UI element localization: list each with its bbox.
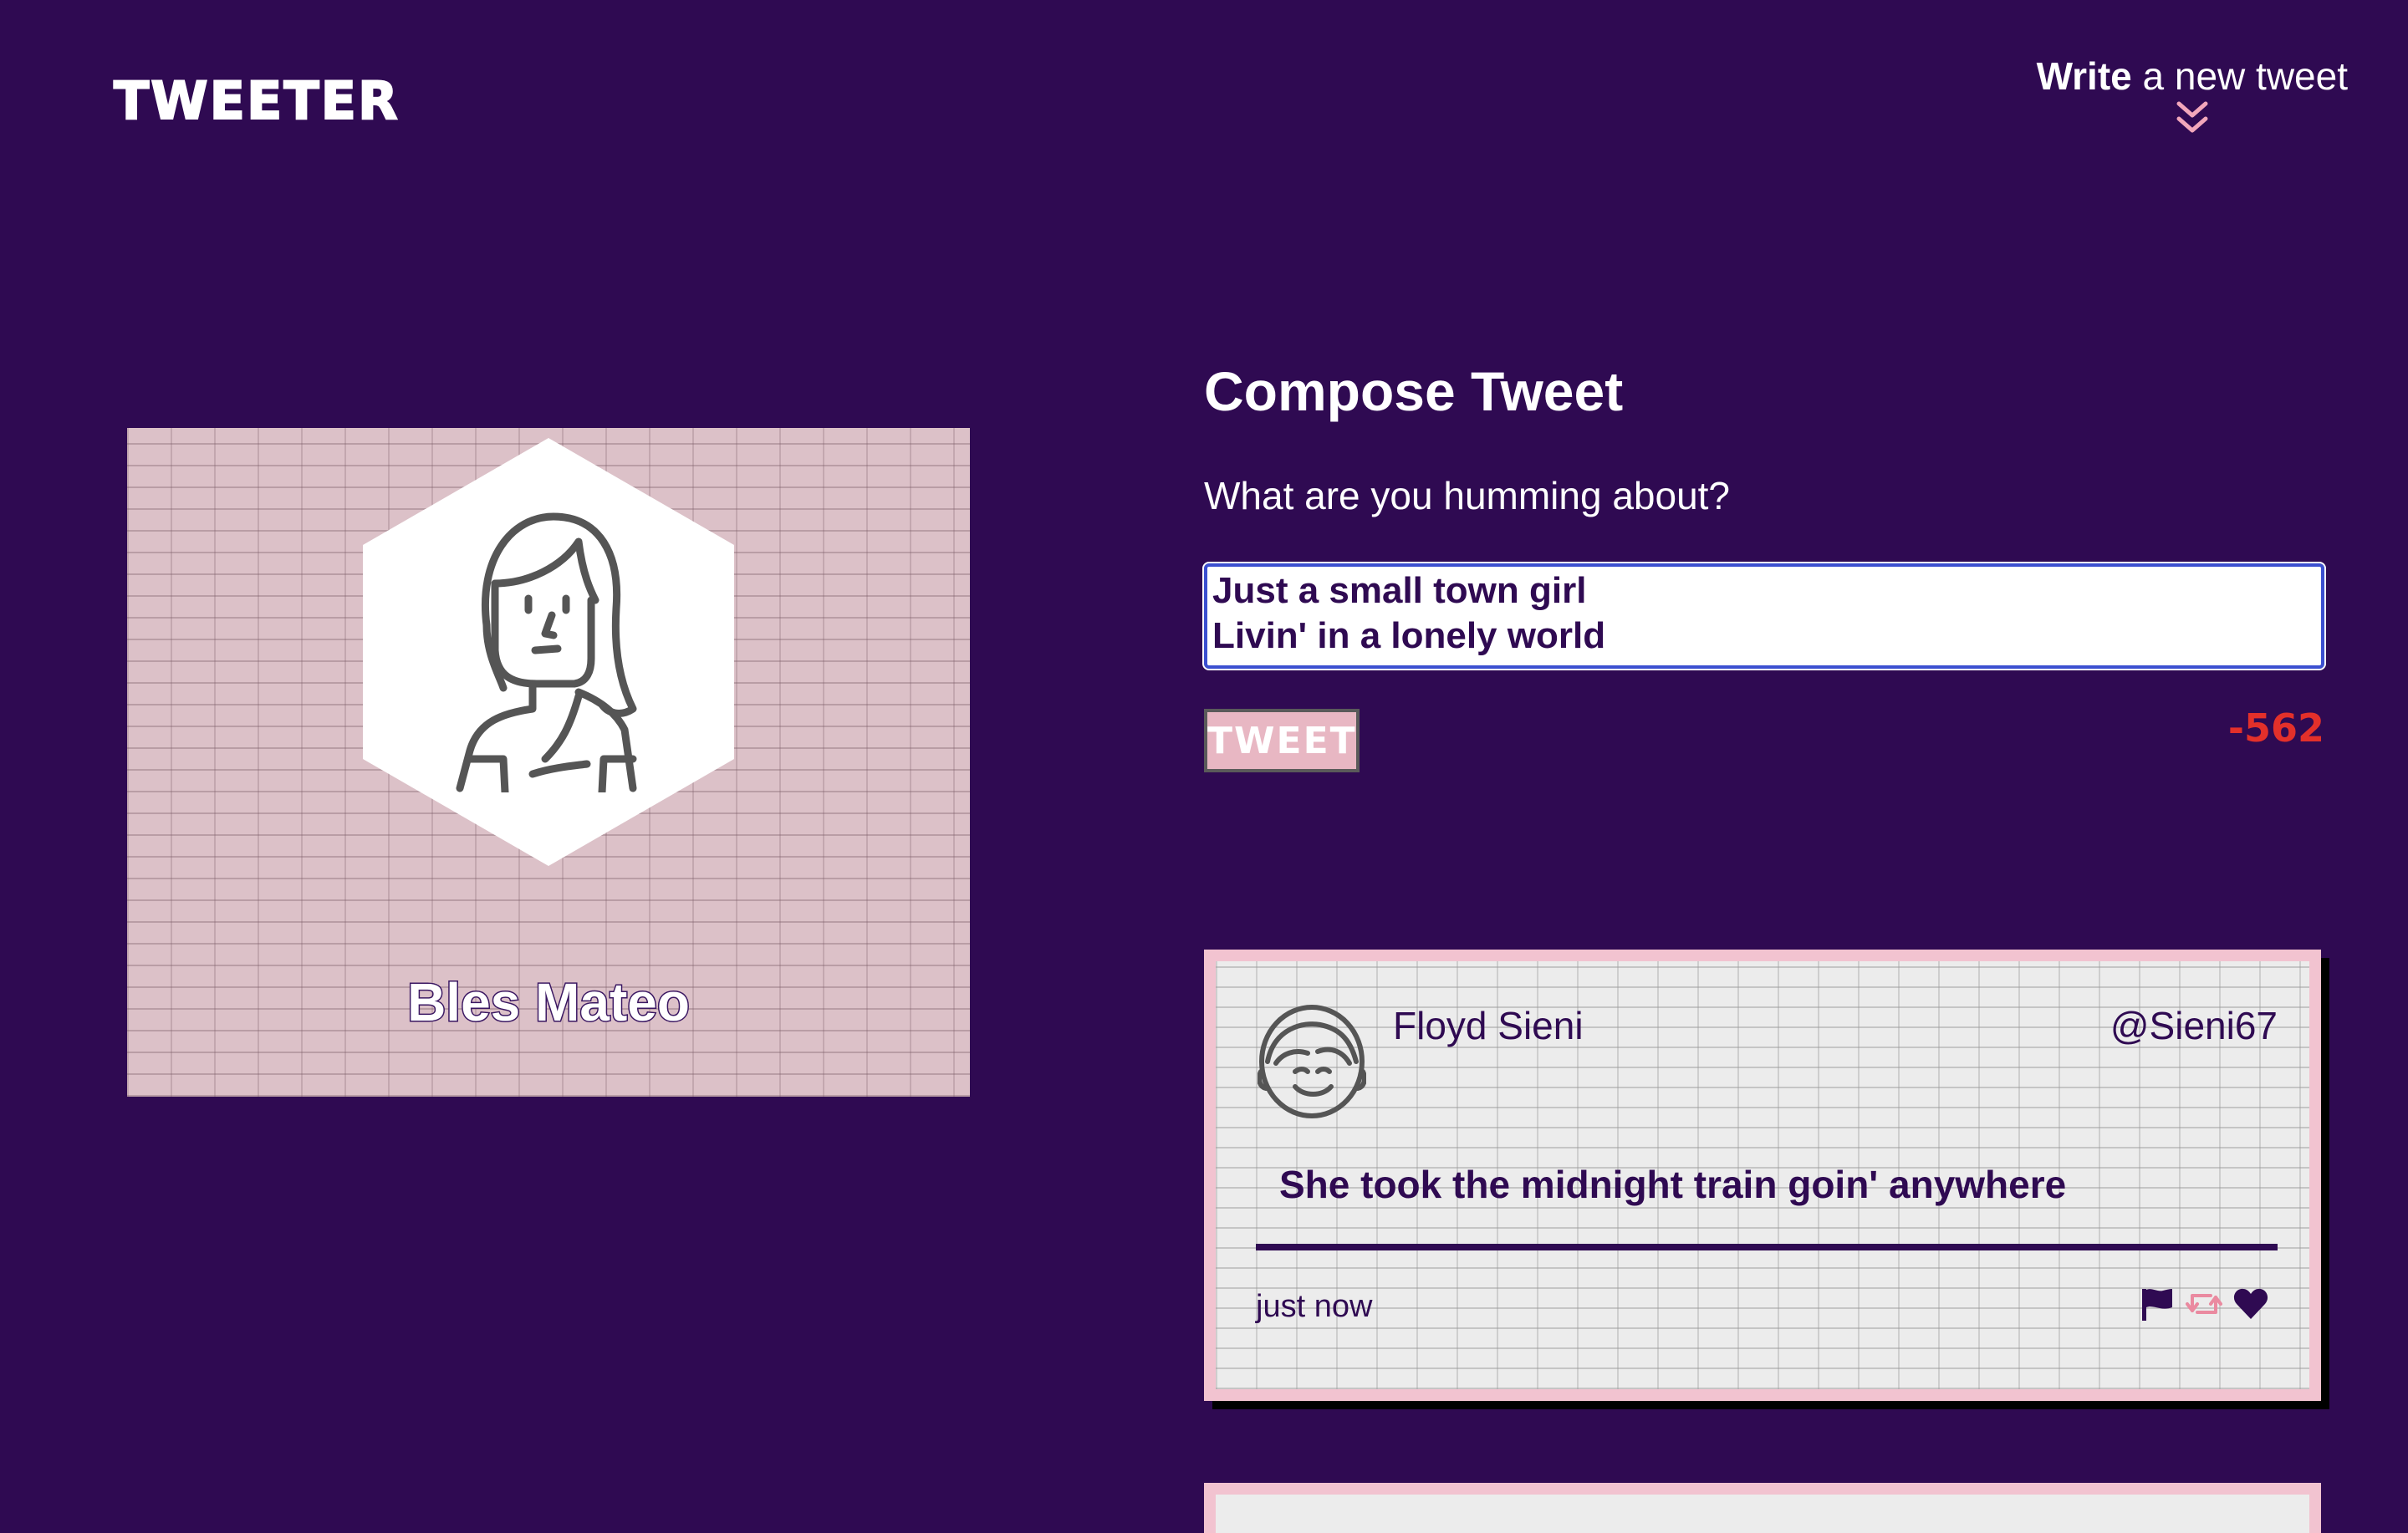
tweet-handle[interactable]: @Sieni67	[2110, 1003, 2278, 1048]
woman-avatar-icon	[456, 512, 637, 792]
brand-logo[interactable]: TWEETER	[113, 69, 400, 132]
heart-icon[interactable]	[2232, 1286, 2269, 1322]
tweet-text: She took the midnight train goin' anywhe…	[1279, 1163, 2067, 1206]
profile-name: Bles Mateo	[406, 971, 691, 1034]
tweet-actions	[2139, 1286, 2269, 1322]
top-nav: TWEETER Write a new tweet	[0, 0, 2408, 192]
man-avatar-icon	[1258, 1005, 1366, 1118]
avatar-hexagon	[363, 438, 734, 866]
character-counter: -562	[2227, 705, 2324, 751]
double-chevron-down-icon[interactable]	[2174, 99, 2211, 137]
compose-subtitle: What are you humming about?	[1204, 474, 1731, 517]
write-new-tweet-label: Write a new tweet	[2037, 53, 2348, 99]
flag-icon[interactable]	[2139, 1286, 2176, 1322]
compose-title: Compose Tweet	[1204, 360, 1624, 422]
write-label-bold: Write	[2036, 54, 2132, 98]
write-label-rest: a new tweet	[2131, 54, 2349, 98]
tweet-timestamp: just now	[1256, 1289, 1373, 1324]
tweet-card-next	[1204, 1483, 2321, 1533]
tweet-username[interactable]: Floyd Sieni	[1393, 1003, 1584, 1048]
profile-card: Bles Mateo	[127, 428, 970, 1097]
tweet-divider	[1256, 1244, 2278, 1250]
retweet-icon[interactable]	[2186, 1286, 2222, 1322]
tweet-card: Floyd Sieni @Sieni67 She took the midnig…	[1204, 950, 2321, 1401]
write-new-tweet-toggle[interactable]: Write a new tweet	[2037, 53, 2348, 137]
tweet-textarea[interactable]: Just a small town girl Livin' in a lonel…	[1202, 562, 2326, 670]
tweet-button[interactable]: TWEET	[1204, 709, 1360, 772]
